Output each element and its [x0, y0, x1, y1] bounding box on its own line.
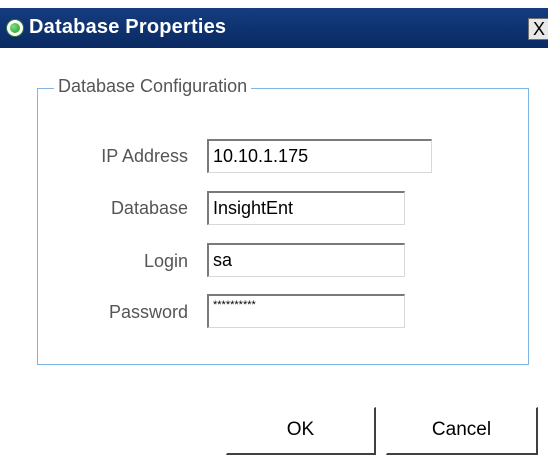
group-legend: Database Configuration: [54, 76, 252, 97]
login-label: Login: [143, 251, 188, 271]
database-label: Database: [110, 198, 188, 218]
password-label: Password: [108, 302, 188, 322]
cancel-button[interactable]: Cancel: [386, 407, 538, 455]
close-button[interactable]: X: [528, 18, 548, 40]
green-circle-icon: [6, 19, 24, 37]
ip-address-input[interactable]: 10.10.1.175: [207, 139, 432, 173]
database-properties-dialog: Database Properties X Database Configura…: [0, 0, 548, 472]
password-input[interactable]: **********: [207, 294, 405, 328]
ip-address-label: IP Address: [101, 146, 188, 166]
database-input[interactable]: InsightEnt: [207, 191, 405, 225]
ok-button[interactable]: OK: [226, 407, 376, 455]
title-bar[interactable]: Database Properties X: [0, 8, 548, 48]
login-input[interactable]: sa: [207, 243, 405, 277]
window-title: Database Properties: [29, 16, 227, 38]
